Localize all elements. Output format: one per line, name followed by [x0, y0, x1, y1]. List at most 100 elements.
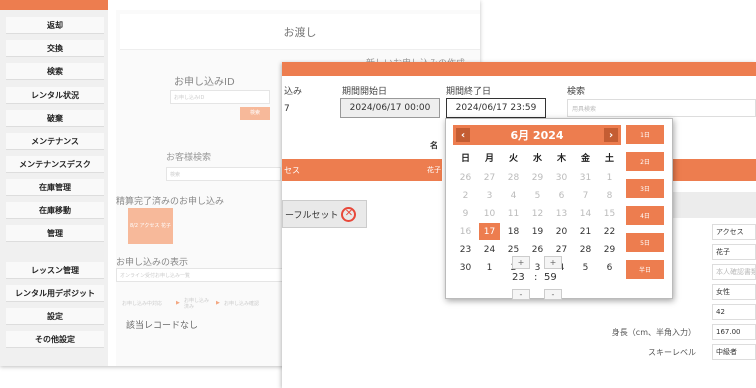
calendar-day[interactable]: 3	[479, 187, 500, 204]
request-column-label: 込み	[284, 87, 303, 97]
sidebar-item[interactable]: 設定	[6, 308, 104, 325]
hour-value[interactable]: 23	[512, 272, 525, 283]
display-select[interactable]: オンライン受付お申し込み一覧	[116, 268, 291, 282]
detail-label: スキーレベル	[648, 347, 696, 357]
calendar-day[interactable]: 30	[551, 169, 572, 186]
sidebar-item[interactable]: その他設定	[6, 331, 104, 348]
calendar-day[interactable]: 29	[527, 169, 548, 186]
weekday-header: 水	[532, 154, 542, 164]
calendar-day[interactable]: 23	[455, 241, 476, 258]
calendar-day[interactable]: 5	[575, 259, 596, 276]
calendar-day[interactable]: 28	[575, 241, 596, 258]
calendar-day[interactable]: 9	[455, 205, 476, 222]
calendar-day[interactable]: 20	[551, 223, 572, 240]
quick-duration-button[interactable]: 半日	[626, 260, 664, 279]
calendar-day[interactable]: 28	[503, 169, 524, 186]
completed-request-tile[interactable]: 8/2 アクセス 花子	[128, 208, 173, 244]
quick-duration-button[interactable]: 2日	[626, 152, 664, 171]
calendar-day[interactable]: 4	[503, 187, 524, 204]
calendar-day[interactable]: 29	[599, 241, 620, 258]
sidebar-item[interactable]: レンタル状況	[6, 87, 104, 104]
detail-value-field[interactable]: 本人確認書類	[712, 264, 756, 280]
calendar-day[interactable]: 27	[479, 169, 500, 186]
calendar-day[interactable]: 15	[599, 205, 620, 222]
weekday-header: 火	[508, 154, 518, 164]
sidebar-item[interactable]: メンテナンスデスク	[6, 156, 104, 173]
calendar-day[interactable]: 6	[551, 187, 572, 204]
calendar-day[interactable]: 19	[527, 223, 548, 240]
next-month-button[interactable]: ›	[604, 128, 618, 142]
close-circle-icon: ✕	[341, 206, 357, 222]
minute-decrement-button[interactable]: -	[544, 289, 562, 300]
result-row[interactable]: セス	[282, 159, 442, 181]
sidebar-accent	[0, 0, 108, 10]
period-start-input[interactable]: 2024/06/17 00:00	[340, 98, 440, 118]
calendar-day[interactable]: 10	[479, 205, 500, 222]
calendar-day[interactable]: 14	[575, 205, 596, 222]
calendar-day[interactable]: 13	[551, 205, 572, 222]
sidebar-item[interactable]: 返却	[6, 17, 104, 34]
calendar-day[interactable]: 6	[599, 259, 620, 276]
sidebar-item[interactable]: メンテナンス	[6, 133, 104, 150]
equipment-search-input[interactable]: 用具検索	[567, 99, 756, 117]
detail-value-field[interactable]: 42	[712, 304, 756, 320]
weekday-header: 木	[556, 154, 566, 164]
sidebar-item[interactable]: 管理	[6, 225, 104, 242]
weekday-header: 金	[580, 154, 590, 164]
step-2: お申し込み済み	[184, 298, 210, 310]
calendar-day[interactable]: 18	[503, 223, 524, 240]
sidebar-item[interactable]: 交換	[6, 40, 104, 57]
calendar-day[interactable]: 16	[455, 223, 476, 240]
calendar-day[interactable]: 12	[527, 205, 548, 222]
result-name-cut: 花子	[427, 166, 441, 174]
calendar-day[interactable]: 21	[575, 223, 596, 240]
quick-duration-button[interactable]: 5日	[626, 233, 664, 252]
calendar-day[interactable]: 30	[455, 259, 476, 276]
name-header: 名	[430, 141, 438, 150]
calendar-day[interactable]: 1	[599, 169, 620, 186]
sidebar: 返却交換検索レンタル状況 破棄メンテナンス メンテナンスデスク 在庫管理在庫移動管理レ…	[0, 0, 108, 366]
calendar-day[interactable]: 8	[599, 187, 620, 204]
detail-value-field[interactable]: 167.00	[712, 324, 756, 340]
detail-value-field[interactable]: アクセス	[712, 224, 756, 240]
sidebar-item[interactable]: 破棄	[6, 110, 104, 127]
hour-decrement-button[interactable]: -	[512, 289, 530, 300]
calendar-day[interactable]: 22	[599, 223, 620, 240]
request-id-input[interactable]: お申し込みID	[170, 90, 270, 104]
period-end-input[interactable]: 2024/06/17 23:59	[446, 98, 546, 118]
detail-value-field[interactable]: 女性	[712, 284, 756, 300]
hour-increment-button[interactable]: +	[512, 256, 530, 269]
detail-row: 身長（cm、半角入力） 167.00	[570, 322, 756, 342]
full-reset-button[interactable]: ーフルセット ✕	[282, 200, 367, 228]
no-record-text: 該当レコードなし	[126, 321, 199, 331]
sidebar-item[interactable]: 在庫管理	[6, 179, 104, 196]
calendar-day[interactable]: 24	[479, 241, 500, 258]
customer-search-input[interactable]: 検索	[166, 167, 281, 181]
calendar-day[interactable]: 31	[575, 169, 596, 186]
request-id-search-button[interactable]: 検索	[240, 107, 270, 120]
quick-duration-button[interactable]: 3日	[626, 179, 664, 198]
detail-value-field[interactable]: 中級者	[712, 344, 756, 360]
quick-duration-button[interactable]: 4日	[626, 206, 664, 225]
prev-month-button[interactable]: ‹	[456, 128, 470, 142]
sidebar-item[interactable]: 在庫移動	[6, 202, 104, 219]
request-id-cut: 7	[284, 104, 290, 114]
calendar-day-selected[interactable]: 17	[479, 223, 500, 240]
sidebar-item[interactable]: 検索	[6, 63, 104, 80]
sidebar-item[interactable]: レンタル用デポジット	[6, 285, 104, 302]
calendar-day[interactable]: 2	[455, 187, 476, 204]
minute-increment-button[interactable]: +	[544, 256, 562, 269]
calendar-day[interactable]: 1	[479, 259, 500, 276]
month-label: 6月 2024	[510, 129, 564, 142]
calendar-day[interactable]: 5	[527, 187, 548, 204]
minute-value[interactable]: 59	[544, 272, 557, 283]
request-id-label: お申し込みID	[174, 77, 235, 88]
calendar-day[interactable]: 11	[503, 205, 524, 222]
detail-label: 身長（cm、半角入力）	[611, 327, 696, 337]
weekday-header: 日	[460, 154, 470, 164]
quick-duration-button[interactable]: 1日	[626, 125, 664, 144]
calendar-day[interactable]: 26	[455, 169, 476, 186]
detail-value-field[interactable]: 花子	[712, 244, 756, 260]
sidebar-item[interactable]: レッスン管理	[6, 262, 104, 279]
calendar-day[interactable]: 7	[575, 187, 596, 204]
